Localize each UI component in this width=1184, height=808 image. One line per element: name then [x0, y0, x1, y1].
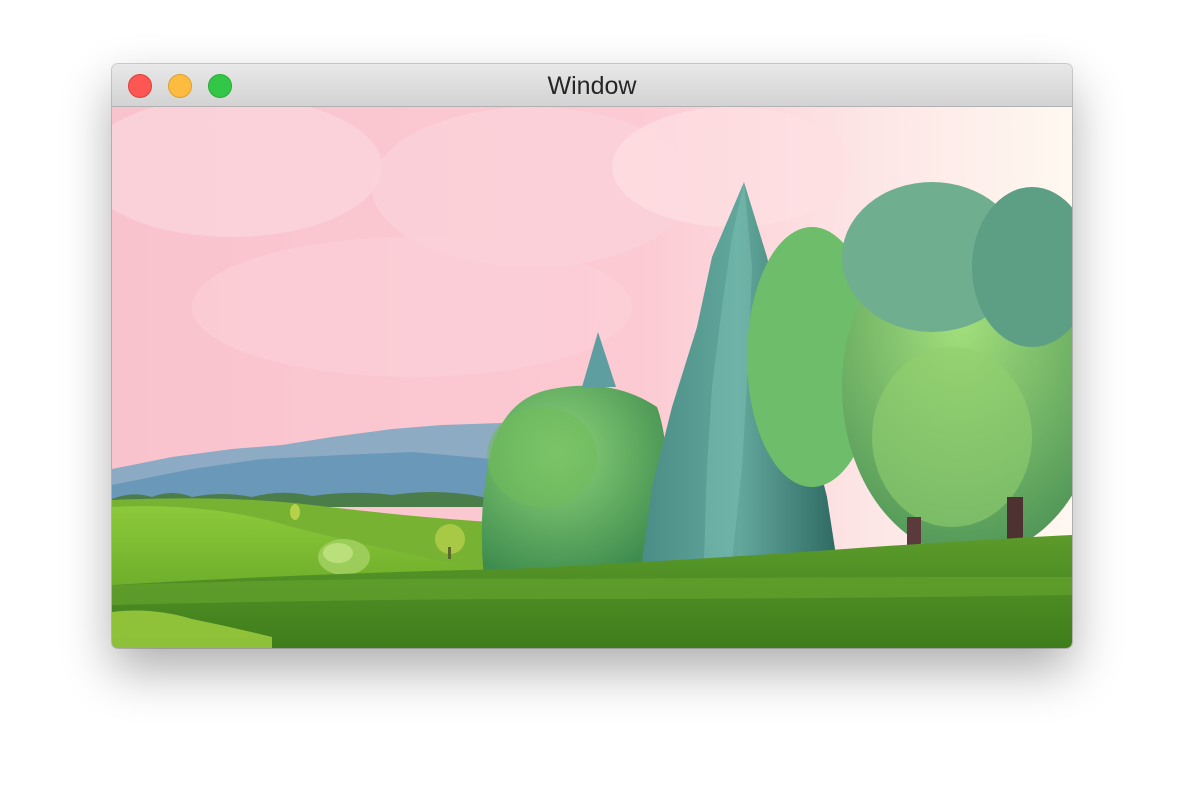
video-frame[interactable]	[112, 107, 1072, 648]
window-title: Window	[547, 72, 637, 100]
app-window: Window	[112, 64, 1072, 648]
landscape-scene	[112, 107, 1072, 648]
title-bar[interactable]: Window	[112, 64, 1072, 107]
